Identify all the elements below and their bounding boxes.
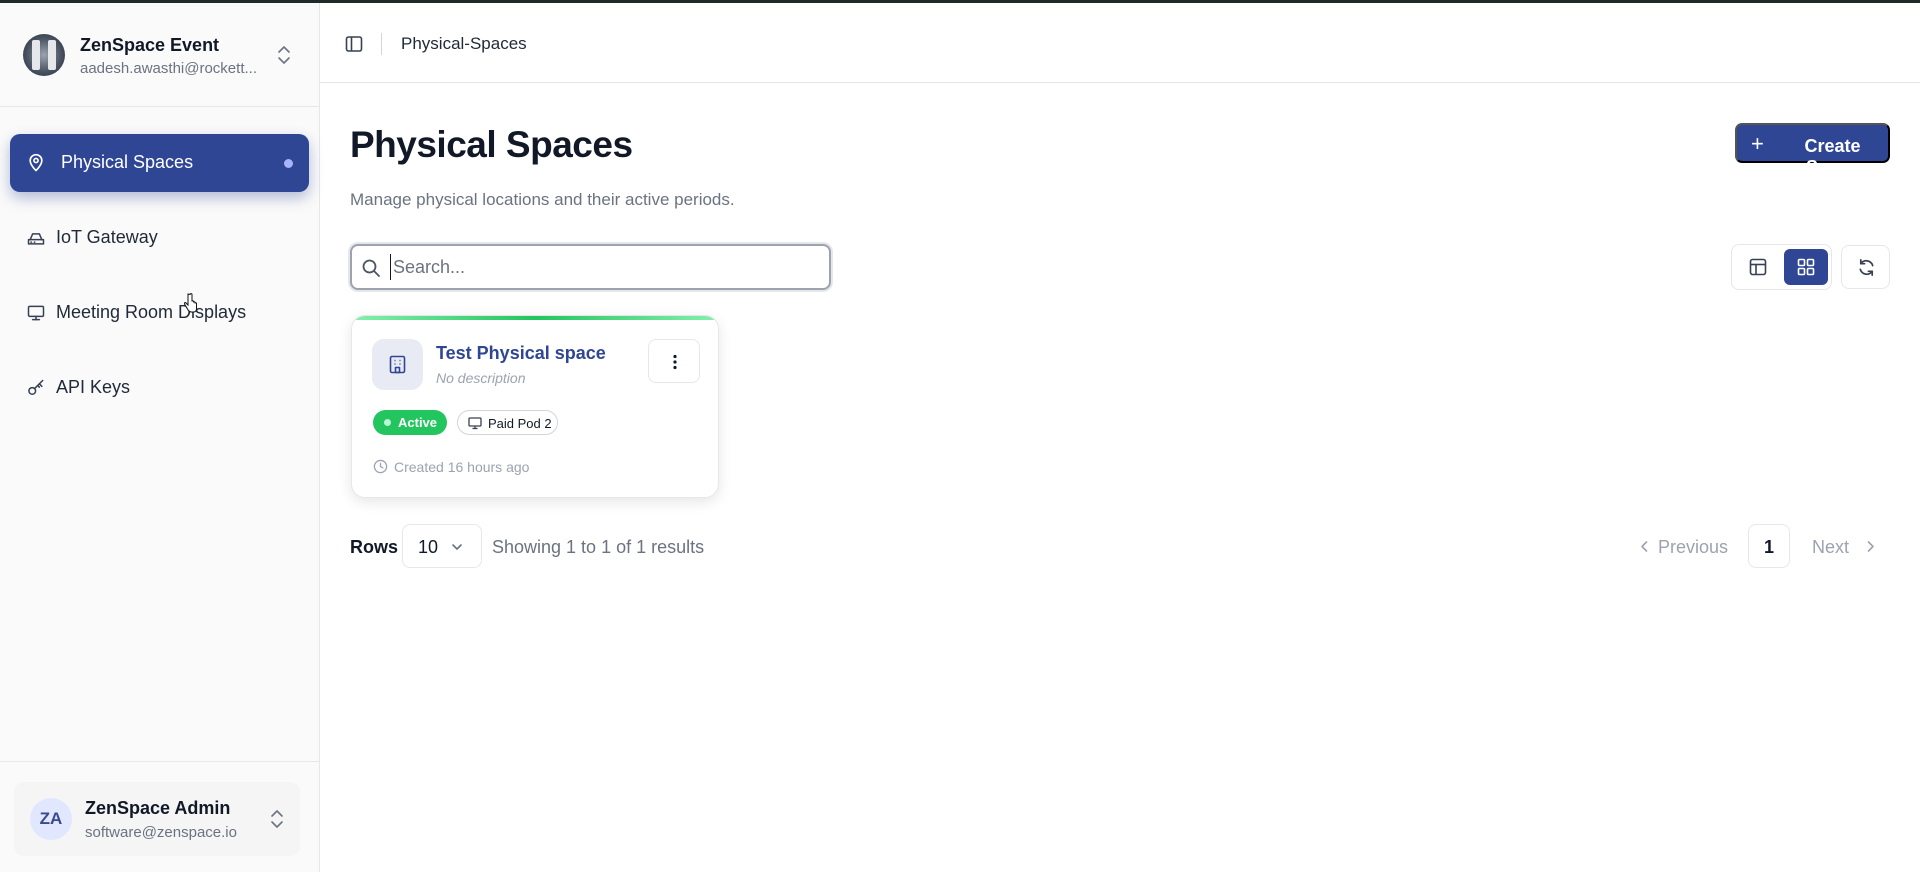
results-summary: Showing 1 to 1 of 1 results [492, 537, 705, 557]
created-timestamp: Created 16 hours ago [394, 459, 530, 475]
sidebar-item-iot-gateway[interactable]: IoT Gateway [10, 209, 309, 267]
monitor-icon [27, 305, 45, 321]
chevron-down-icon [452, 544, 462, 550]
chevrons-up-down-icon [278, 46, 290, 64]
search-box[interactable] [350, 244, 831, 290]
card-menu-button[interactable] [648, 339, 700, 383]
sidebar-item-meeting-room-displays[interactable]: Meeting Room Displays [10, 284, 309, 342]
chevron-left-icon [1641, 541, 1648, 552]
key-icon [28, 379, 44, 395]
header-divider [381, 33, 382, 55]
refresh-icon [1859, 259, 1874, 276]
clock-icon [373, 459, 388, 474]
router-icon [27, 233, 45, 245]
sidebar-item-label: Meeting Room Displays [56, 302, 247, 322]
sidebar-item-label: API Keys [56, 377, 131, 397]
create-space-label: Create Space [1804, 136, 1861, 177]
page-title: Physical Spaces [350, 124, 633, 165]
user-menu[interactable]: ZA ZenSpace Admin software@zenspace.io [0, 761, 319, 872]
org-name: ZenSpace Event [80, 35, 220, 55]
chevron-right-icon [1867, 541, 1874, 552]
org-switcher[interactable]: ZenSpace Event aadesh.awasthi@rockett... [0, 3, 319, 107]
avatar: ZA [30, 798, 72, 840]
create-space-button[interactable]: + Create Space [1735, 123, 1890, 177]
search-input[interactable] [390, 254, 820, 280]
more-vertical-icon [673, 354, 677, 370]
plus-icon: + [1751, 131, 1764, 156]
sidebar-item-label: Physical Spaces [61, 152, 194, 172]
chevrons-up-down-icon [271, 810, 283, 828]
map-pin-icon [29, 153, 43, 172]
search-icon [362, 259, 380, 277]
page-subtitle: Manage physical locations and their acti… [350, 190, 735, 209]
user-card[interactable]: ZA ZenSpace Admin software@zenspace.io [14, 782, 300, 856]
sidebar-item-physical-spaces[interactable]: Physical Spaces [10, 134, 309, 192]
active-indicator-dot [284, 159, 293, 168]
grid-icon [1797, 258, 1815, 276]
org-email: aadesh.awasthi@rockett... [80, 60, 257, 77]
card-description: No description [436, 370, 526, 386]
view-toggle [1731, 244, 1832, 290]
physical-space-card[interactable]: Test Physical space No description Activ… [351, 315, 719, 498]
table-view-button[interactable] [1736, 249, 1780, 285]
user-email: software@zenspace.io [85, 824, 237, 841]
sidebar-item-label: IoT Gateway [56, 227, 158, 247]
page-number-button[interactable]: 1 [1748, 524, 1790, 568]
building-icon-tile [372, 339, 423, 390]
sidebar-toggle-icon[interactable] [344, 34, 364, 54]
refresh-button[interactable] [1841, 245, 1890, 289]
rows-label: Rows [350, 537, 399, 557]
table-icon [1749, 258, 1767, 276]
monitor-icon [468, 417, 482, 430]
sidebar: ZenSpace Event aadesh.awasthi@rockett...… [0, 3, 320, 872]
sidebar-item-api-keys[interactable]: API Keys [10, 359, 309, 417]
status-badge: Active [373, 410, 447, 435]
status-dot [384, 419, 391, 426]
card-title[interactable]: Test Physical space [436, 343, 606, 364]
mouse-cursor-icon [184, 293, 197, 313]
grid-view-button[interactable] [1784, 249, 1828, 285]
next-page-button[interactable]: Next [1812, 537, 1874, 558]
user-name: ZenSpace Admin [85, 798, 231, 818]
building-icon [389, 355, 406, 374]
breadcrumb: Physical-Spaces [401, 34, 527, 53]
top-header: Physical-Spaces [320, 3, 1920, 83]
org-logo [23, 34, 65, 76]
device-badge: Paid Pod 2 [457, 410, 558, 435]
rows-per-page-select[interactable]: 10 [402, 524, 482, 568]
card-accent-bar [352, 316, 718, 320]
rows-per-page-value: 10 [418, 537, 439, 557]
